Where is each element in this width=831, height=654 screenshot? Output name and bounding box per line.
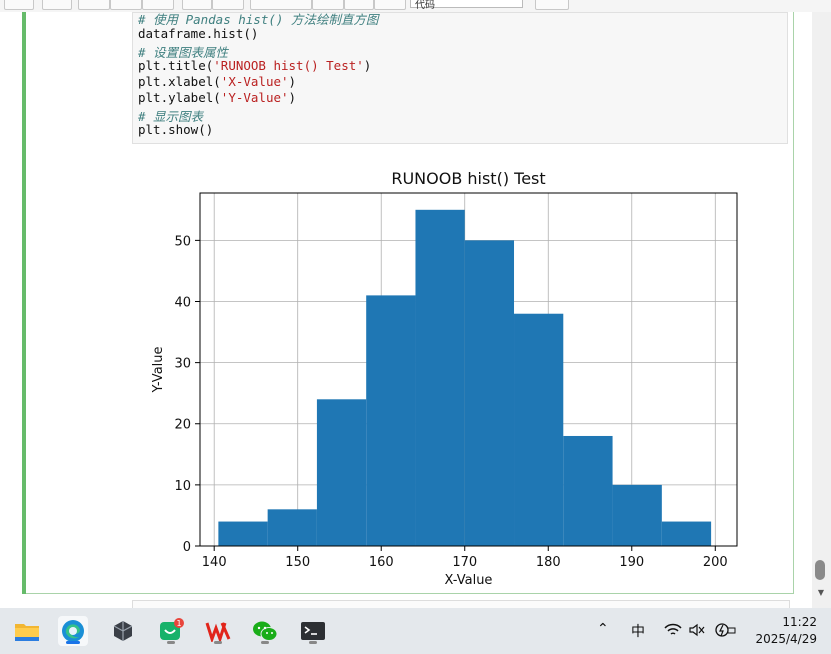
edge-icon[interactable] (58, 616, 88, 646)
running-indicator (261, 641, 269, 644)
y-tick-label: 30 (174, 357, 191, 372)
chat-badge: 1 (176, 619, 181, 628)
add-cell-button[interactable] (42, 0, 72, 10)
chat-icon[interactable]: 1 (156, 616, 186, 646)
x-tick-label: 150 (285, 555, 310, 570)
cell-output: 140 150 160 170 180 190 200 0 10 20 30 40 50 RUNOOB… (140, 158, 750, 592)
histogram-bar (464, 240, 515, 546)
y-tick-label: 20 (174, 418, 191, 433)
cell-type-select[interactable]: 代码 (410, 0, 523, 11)
x-tick-label: 180 (536, 555, 561, 570)
x-tick-label: 200 (703, 555, 728, 570)
running-indicator (167, 641, 175, 644)
clock-time[interactable]: 11:22 (782, 615, 817, 629)
save-button[interactable] (4, 0, 34, 10)
x-axis-label: X-Value (445, 573, 493, 588)
code-line: plt.show() (138, 122, 214, 137)
vertical-scrollbar[interactable]: ▼ (812, 12, 831, 608)
restart-run-button[interactable] (374, 0, 406, 10)
x-tick-label: 140 (202, 555, 227, 570)
code-line: plt.xlabel('X-Value') (138, 74, 297, 89)
code-line: plt.ylabel('Y-Value') (138, 90, 297, 105)
wechat-icon[interactable] (250, 616, 280, 646)
histogram-chart: 140 150 160 170 180 190 200 0 10 20 30 40 50 RUNOOB… (151, 169, 738, 588)
y-tick-label: 0 (183, 540, 191, 555)
app-icon[interactable] (108, 616, 138, 646)
histogram-bar (563, 435, 613, 546)
file-explorer-icon[interactable] (12, 616, 42, 646)
y-tick-label: 40 (174, 295, 191, 310)
x-tick-label: 170 (452, 555, 477, 570)
histogram-bar (218, 521, 268, 546)
histogram-bar (612, 484, 662, 546)
histogram-bar (415, 209, 465, 547)
wifi-icon[interactable] (664, 622, 682, 642)
code-cell-input[interactable]: # 使用 Pandas hist() 方法绘制直方图 dataframe.his… (132, 12, 788, 144)
battery-icon[interactable] (714, 622, 736, 642)
volume-muted-icon[interactable] (688, 622, 706, 642)
histogram-bar (316, 399, 367, 546)
command-palette-button[interactable] (535, 0, 569, 10)
show-hidden-icons-chevron-up-icon[interactable]: ⌃ (597, 621, 609, 637)
y-tick-label: 50 (174, 234, 191, 249)
cut-button[interactable] (78, 0, 110, 10)
input-method-indicator[interactable]: 中 (631, 621, 645, 641)
y-axis-label: Y-Value (151, 346, 166, 393)
scroll-thumb[interactable] (815, 560, 825, 580)
code-line: dataframe.hist() (138, 26, 259, 41)
histogram-bar (514, 313, 564, 546)
histogram-bar (267, 509, 317, 546)
histogram-bar (366, 295, 416, 546)
x-tick-label: 160 (369, 555, 394, 570)
wps-icon[interactable] (203, 616, 233, 646)
scroll-down-arrow-icon[interactable]: ▼ (816, 588, 826, 598)
code-line: plt.title('RUNOOB hist() Test') (138, 58, 372, 73)
taskbar: 1 ⌃ 中 11:22 2025/4/29 (0, 608, 831, 654)
notebook-area: # 使用 Pandas hist() 方法绘制直方图 dataframe.his… (0, 12, 812, 613)
running-indicator (309, 641, 317, 644)
terminal-icon[interactable] (298, 616, 328, 646)
running-indicator (214, 641, 222, 644)
chart-title: RUNOOB hist() Test (391, 169, 545, 188)
y-tick-label: 10 (174, 479, 191, 494)
x-tick-label: 190 (619, 555, 644, 570)
notebook-toolbar: 代码 (0, 0, 831, 12)
histogram-bar (661, 521, 712, 546)
clock-date[interactable]: 2025/4/29 (755, 632, 817, 646)
active-indicator (66, 641, 80, 644)
